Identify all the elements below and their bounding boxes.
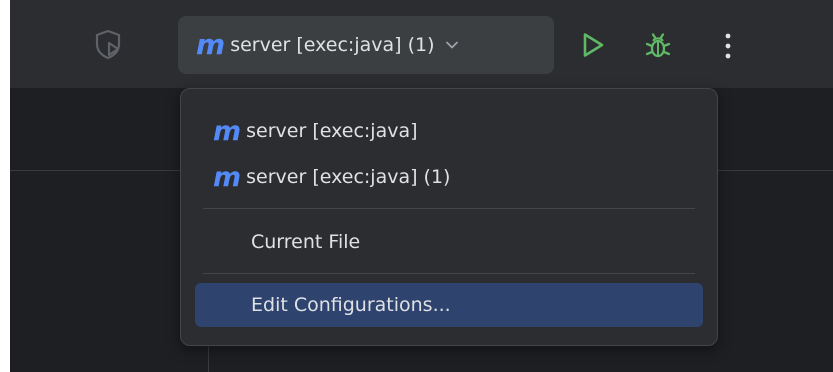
dropdown-item-server-exec-java[interactable]: m server [exec:java]	[195, 109, 703, 153]
more-options-button[interactable]	[708, 26, 748, 66]
maven-icon: m	[213, 115, 241, 147]
run-icon	[583, 33, 604, 57]
run-configuration-label: server [exec:java] (1)	[230, 34, 435, 56]
dropdown-item-current-file[interactable]: Current File	[195, 220, 703, 264]
more-vertical-icon	[725, 33, 731, 59]
debug-bug-icon	[645, 33, 671, 58]
ide-window: m server [exec:java] (1) m server [exec:…	[0, 0, 833, 372]
dropdown-separator	[203, 273, 695, 274]
run-configuration-selector[interactable]: m server [exec:java] (1)	[178, 16, 554, 74]
run-configuration-dropdown: m server [exec:java] m server [exec:java…	[180, 88, 718, 346]
dropdown-item-label: Current File	[251, 231, 361, 253]
debug-button[interactable]	[638, 26, 678, 66]
run-button[interactable]	[574, 26, 612, 64]
chevron-down-icon	[445, 40, 459, 50]
maven-icon: m	[213, 161, 241, 193]
dropdown-separator	[203, 208, 695, 209]
dropdown-item-edit-configurations[interactable]: Edit Configurations...	[195, 283, 703, 327]
dropdown-item-label: server [exec:java] (1)	[246, 166, 451, 188]
dropdown-item-label: server [exec:java]	[246, 120, 418, 142]
shield-play-icon	[95, 29, 121, 60]
dropdown-item-server-exec-java-1[interactable]: m server [exec:java] (1)	[195, 155, 703, 199]
maven-icon: m	[196, 28, 225, 61]
shield-play-button[interactable]	[88, 24, 128, 64]
dropdown-item-label: Edit Configurations...	[251, 294, 451, 316]
